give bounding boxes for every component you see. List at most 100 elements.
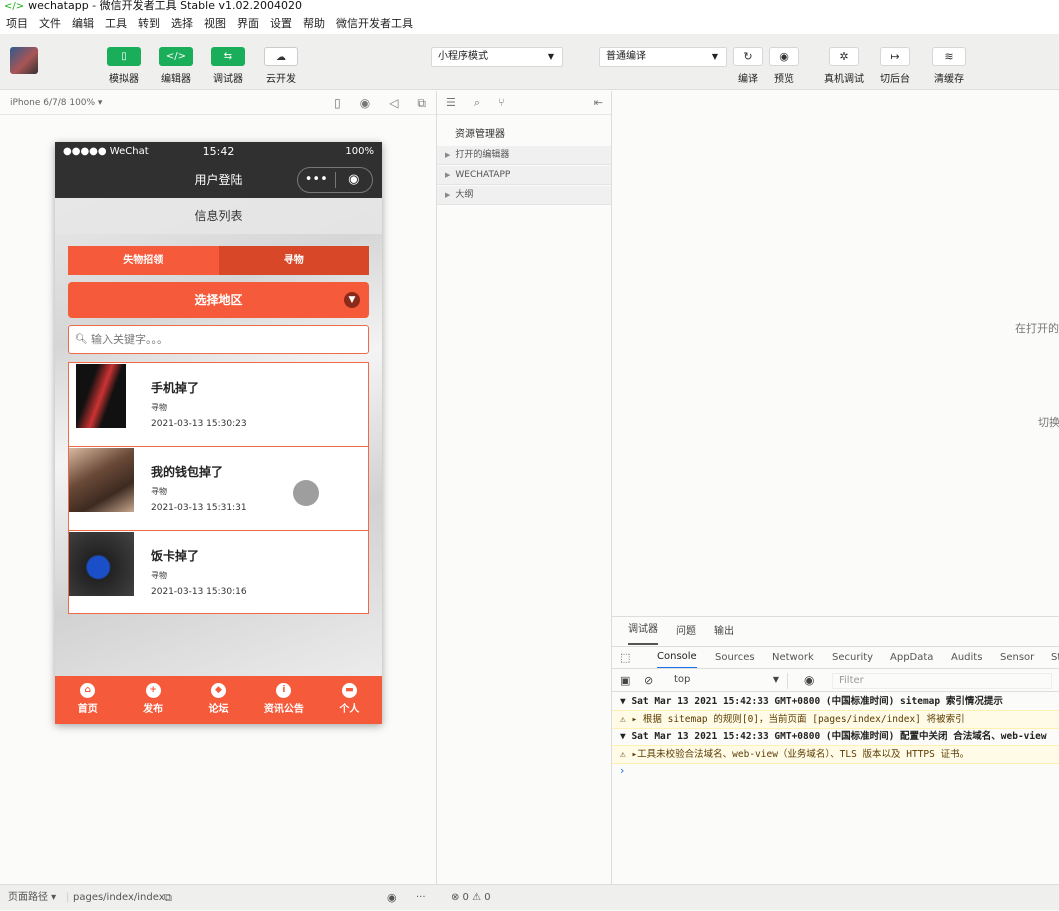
console-log-entry[interactable]: ▼ Sat Mar 13 2021 15:42:33 GMT+0800 (中国标… (612, 693, 1059, 710)
panel-divider[interactable] (611, 91, 612, 884)
inspect-icon[interactable]: ⬚ (620, 647, 630, 668)
mode-select[interactable]: 小程序模式 ▼ (431, 47, 563, 67)
user-avatar[interactable] (10, 47, 38, 74)
collapse-icon[interactable]: ⇤ (594, 96, 603, 109)
tab-debugger[interactable]: 调试器 (628, 617, 658, 645)
search-icon[interactable]: ⌕ (474, 96, 480, 110)
chevron-down-icon: ▼ (344, 292, 360, 308)
tab-lost-found[interactable]: 失物招领 (68, 246, 219, 275)
search-input[interactable]: 🔍︎ 输入关键字。。。 (68, 325, 369, 354)
tabbar-publish[interactable]: + 发布 (120, 676, 185, 724)
region-select-button[interactable]: 选择地区 ▼ (68, 282, 369, 318)
status-bar: ●●●●● WeChat 15:42 100% (55, 142, 382, 162)
tabbar-news[interactable]: i 资讯公告 (251, 676, 316, 724)
item-title: 饭卡掉了 (151, 549, 200, 563)
section-open-editors[interactable]: ▶ 打开的编辑器 (437, 146, 611, 165)
clear-cache-button[interactable]: ≋ 清缓存 (932, 47, 966, 85)
menu-help[interactable]: 帮助 (303, 14, 325, 34)
tab-output[interactable]: 输出 (714, 617, 734, 645)
menu-view[interactable]: 视图 (204, 14, 226, 34)
list-icon[interactable]: ☰ (446, 96, 456, 109)
page-path-select[interactable]: 页面路径 ▾ (8, 885, 56, 911)
menu-devtools[interactable]: 微信开发者工具 (336, 14, 413, 34)
explorer-title: 资源管理器 (455, 129, 505, 140)
section-project[interactable]: ▶ WECHATAPP (437, 166, 611, 185)
branch-icon[interactable]: ⑂ (498, 96, 505, 109)
list-item[interactable]: 手机掉了 寻物 2021-03-13 15:30:23 (68, 362, 369, 446)
tab-sensor[interactable]: Sensor (1000, 647, 1034, 668)
tab-audits[interactable]: Audits (951, 647, 982, 668)
menu-project[interactable]: 项目 (6, 14, 28, 34)
tabbar-label: 个人 (339, 704, 360, 715)
record-icon[interactable]: ◉ (360, 91, 370, 115)
error-counter[interactable]: ⊗ 0 ⚠ 0 (451, 885, 491, 911)
section-label: 大纲 (455, 190, 474, 200)
console-prompt[interactable]: › (620, 764, 624, 777)
info-icon: i (276, 683, 292, 698)
tab-network[interactable]: Network (772, 647, 814, 668)
menu-interface[interactable]: 界面 (237, 14, 259, 34)
background-button[interactable]: ↦ 切后台 (880, 47, 910, 85)
console-warning-entry[interactable]: ⚠ ▸ 根据 sitemap 的规则[0]，当前页面 [pages/index/… (612, 710, 1059, 729)
simulator-button[interactable]: ▯ 模拟器 (106, 47, 142, 85)
preview-button[interactable]: ◉ 预览 (769, 47, 799, 85)
editor-icon: </> (159, 47, 193, 66)
tab-problems[interactable]: 问题 (676, 617, 696, 645)
popout-icon[interactable]: ⧉ (417, 91, 426, 115)
menu-tools[interactable]: 工具 (105, 14, 127, 34)
debugger-button[interactable]: ⇆ 调试器 (210, 47, 246, 85)
compile-select[interactable]: 普通编译 ▼ (599, 47, 727, 67)
menu-edit[interactable]: 编辑 (72, 14, 94, 34)
clear-console-icon[interactable]: ⊘ (644, 670, 653, 691)
tab-security[interactable]: Security (832, 647, 873, 668)
log-text: ⚠ ▸工具未校验合法域名、web-view（业务域名）、TLS 版本以及 HTT… (620, 749, 970, 760)
context-select[interactable]: top ▼ (668, 673, 788, 689)
log-text: ▼ Sat Mar 13 2021 15:42:33 GMT+0800 (中国标… (620, 696, 1003, 707)
tabbar-home[interactable]: ⌂ 首页 (55, 676, 120, 724)
list-item[interactable]: 我的钱包掉了 寻物 2021-03-13 15:31:31 (68, 446, 369, 530)
volume-icon[interactable]: ◁ (389, 91, 398, 115)
tab-sources[interactable]: Sources (715, 647, 755, 668)
phone-icon[interactable]: ▯ (334, 91, 341, 115)
menu-select[interactable]: 选择 (171, 14, 193, 34)
separator: | (66, 892, 70, 903)
tab-seeking[interactable]: 寻物 (218, 246, 369, 275)
cloud-dev-button[interactable]: ☁ 云开发 (263, 47, 299, 85)
tab-console[interactable]: Console (657, 647, 697, 668)
panel-divider[interactable] (436, 91, 437, 884)
tabbar-profile[interactable]: ▬ 个人 (317, 676, 382, 724)
tab-appdata[interactable]: AppData (890, 647, 933, 668)
cloud-icon: ☁ (264, 47, 298, 66)
item-title: 手机掉了 (151, 381, 200, 395)
chevron-right-icon: ▶ (445, 171, 451, 179)
sidebar-toggle-icon[interactable]: ▣ (620, 670, 630, 691)
list-item[interactable]: 饭卡掉了 寻物 2021-03-13 15:30:16 (68, 530, 369, 614)
section-outline[interactable]: ▶ 大纲 (437, 186, 611, 205)
capsule-menu[interactable]: ••• ◉ (297, 167, 373, 193)
more-icon[interactable]: ··· (416, 885, 426, 911)
context-value: top (674, 674, 691, 685)
simulator-bar: iPhone 6/7/8 100% ▾ ▯ ◉ ◁ ⧉ (0, 91, 436, 115)
console-warning-entry[interactable]: ⚠ ▸工具未校验合法域名、web-view（业务域名）、TLS 版本以及 HTT… (612, 745, 1059, 764)
eye-icon[interactable]: ◉ (387, 885, 397, 911)
filter-input[interactable]: Filter (832, 673, 1052, 689)
device-select[interactable]: iPhone 6/7/8 100% ▾ (10, 98, 102, 108)
console-toolbar: ▣ ⊘ top ▼ ◉ Filter (612, 670, 1059, 692)
compile-button[interactable]: ↻ 编译 (733, 47, 763, 85)
tabbar-forum[interactable]: ◆ 论坛 (186, 676, 251, 724)
close-target-icon[interactable]: ◉ (336, 168, 373, 192)
tab-overflow[interactable]: St (1051, 647, 1059, 668)
menu-goto[interactable]: 转到 (138, 14, 160, 34)
menu-settings[interactable]: 设置 (270, 14, 292, 34)
editor-button[interactable]: </> 编辑器 (158, 47, 194, 85)
more-icon[interactable]: ••• (298, 168, 335, 192)
menu-file[interactable]: 文件 (39, 14, 61, 34)
console-log-entry[interactable]: ▼ Sat Mar 13 2021 15:42:33 GMT+0800 (中国标… (612, 728, 1059, 745)
tabbar-label: 发布 (143, 704, 164, 715)
item-type: 寻物 (151, 571, 167, 580)
copy-icon[interactable]: ⧉ (164, 885, 172, 911)
eye-icon[interactable]: ◉ (804, 670, 814, 691)
wallet-photo (69, 448, 134, 512)
editor-label: 编辑器 (161, 74, 191, 85)
remote-debug-button[interactable]: ✲ 真机调试 (824, 47, 864, 85)
